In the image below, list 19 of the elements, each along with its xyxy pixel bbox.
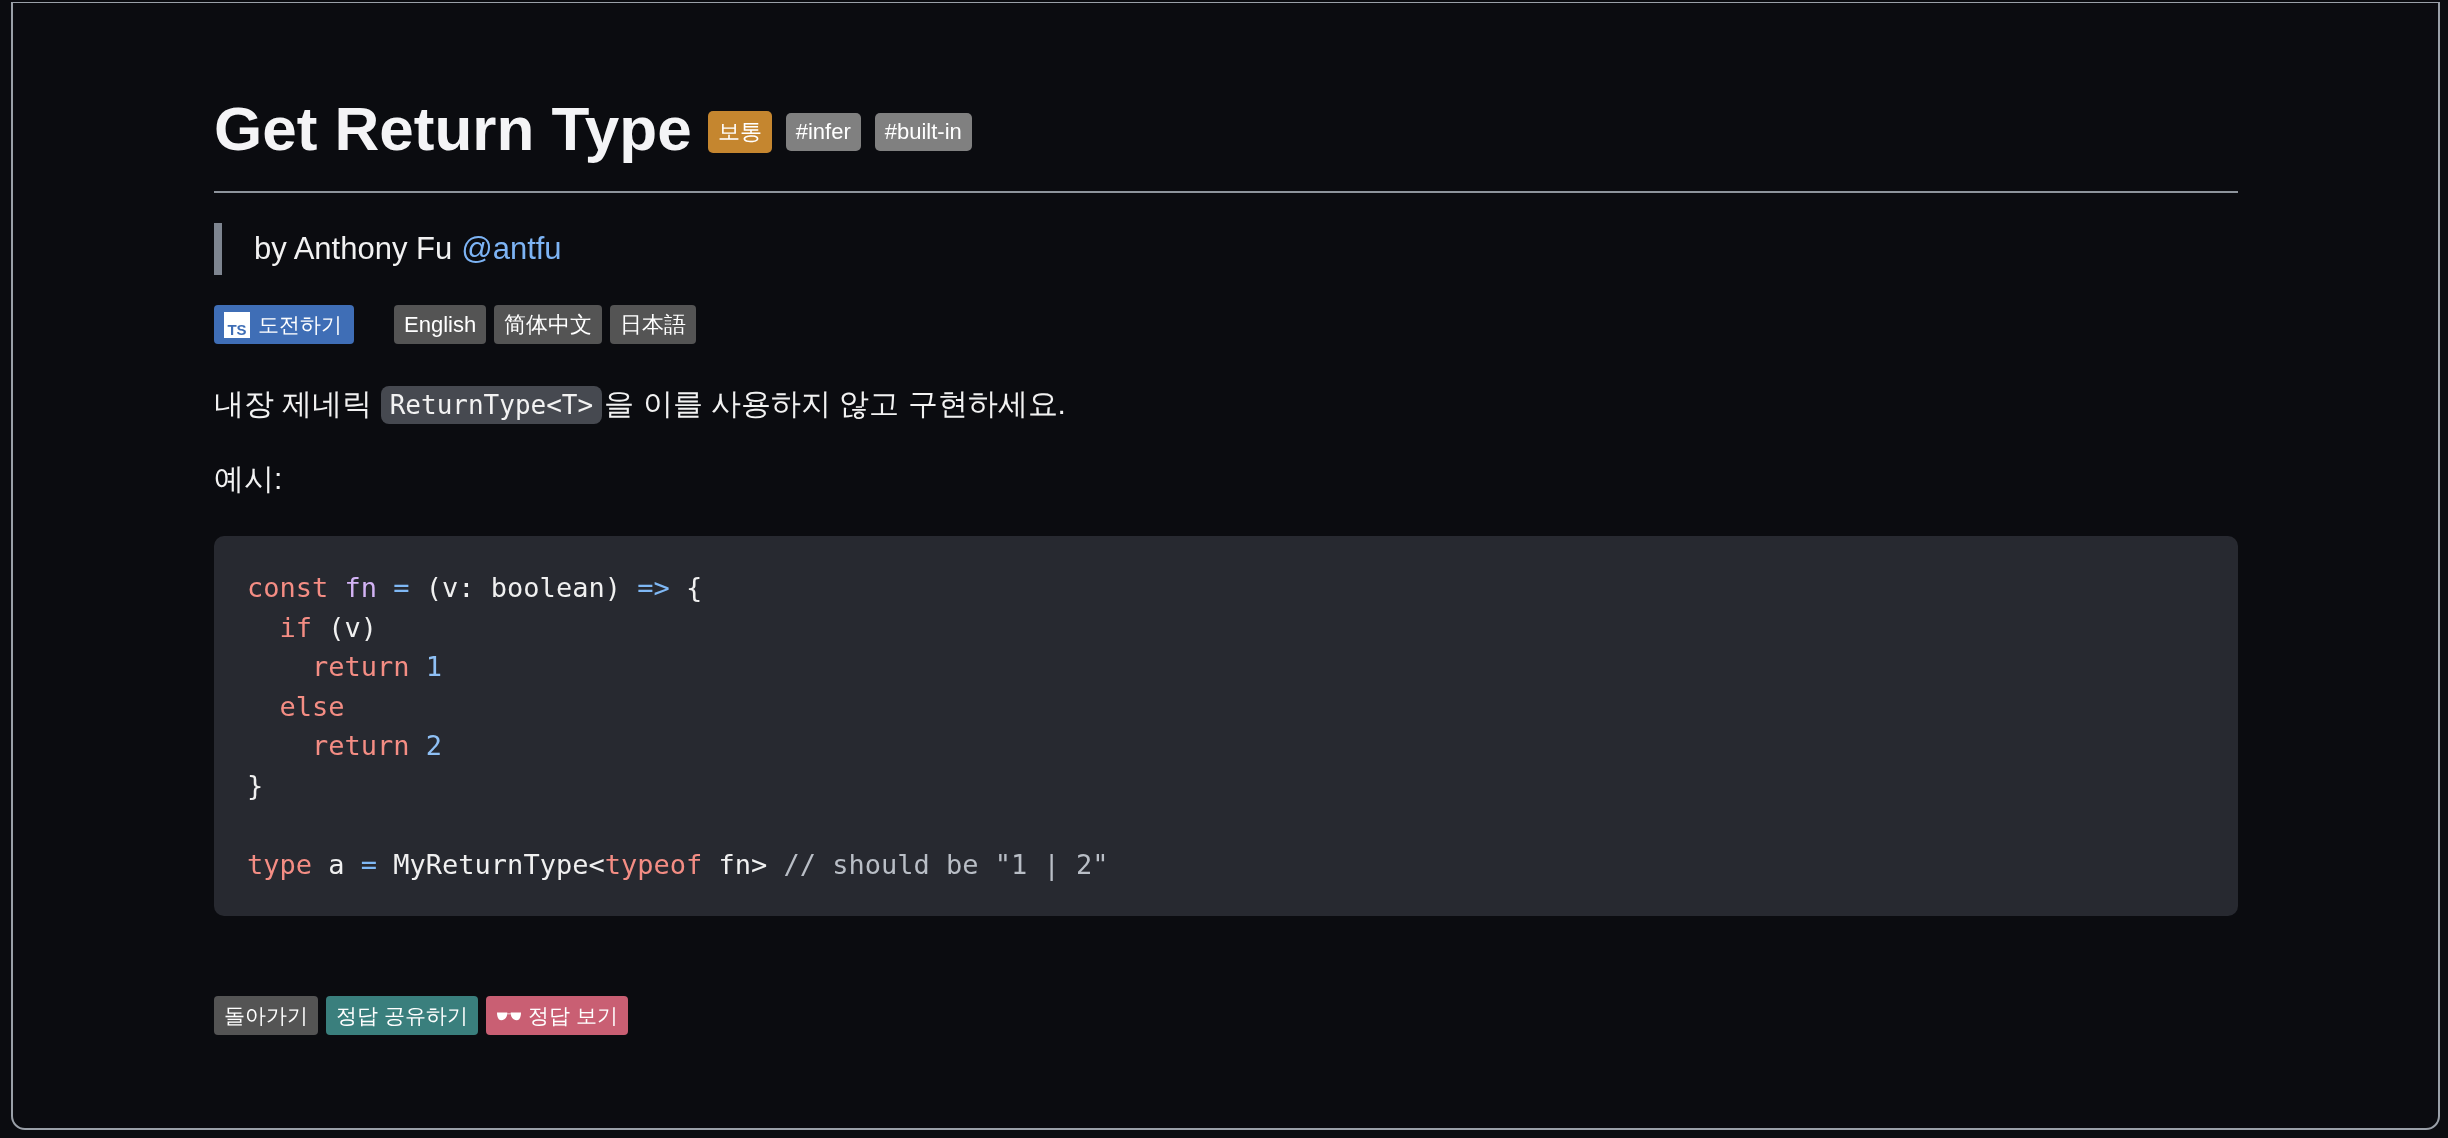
inline-code: ReturnType<T> — [380, 385, 603, 424]
code-block: const fn = (v: boolean) => { if (v) return 1 else return 2 } type a = MyReturnType<typeof fn> // should be "1 | 2" — [214, 536, 2238, 916]
author-text: by Anthony Fu — [254, 231, 453, 267]
action-button[interactable]: 정답 보기 — [485, 996, 628, 1035]
tag-badge: #built-in — [874, 113, 972, 151]
language-button[interactable]: English — [394, 305, 487, 344]
tag-badge: 보통 — [707, 111, 772, 153]
language-button[interactable]: 简体中文 — [494, 305, 603, 344]
description-text: 을 이를 사용하지 않고 구현하세요. — [604, 386, 1066, 422]
action-button[interactable]: 돌아가기 — [214, 996, 318, 1035]
example-label: 예시: — [214, 461, 284, 497]
typescript-icon: TS — [224, 311, 250, 338]
language-button[interactable]: 日本語 — [610, 305, 697, 344]
description-text: 내장 제네릭 — [214, 386, 374, 422]
page-title: Get Return Type — [214, 93, 692, 165]
author-link[interactable]: @antfu — [461, 231, 562, 267]
action-button[interactable]: 정답 공유하기 — [326, 996, 478, 1035]
challenge-button[interactable]: TS 도전하기 — [214, 305, 354, 344]
tag-badge: #infer — [785, 113, 861, 151]
